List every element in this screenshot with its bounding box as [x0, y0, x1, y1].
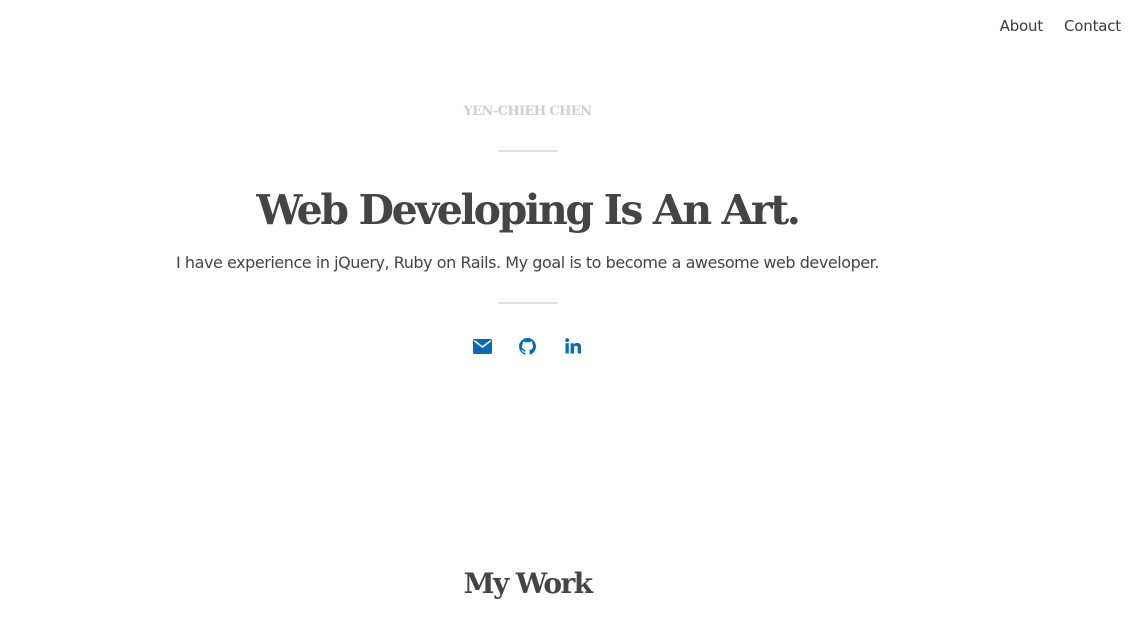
hero-headline: Web Developing Is An Art.: [256, 186, 801, 234]
top-nav: About Contact: [1000, 16, 1122, 36]
nav-link-about[interactable]: About: [1000, 16, 1044, 36]
nav-link-contact[interactable]: Contact: [1064, 16, 1121, 36]
github-link[interactable]: [517, 336, 538, 356]
site-name: YEN-CHIEH CHEN: [463, 104, 593, 119]
github-icon: [519, 337, 536, 355]
social-links: [472, 336, 583, 356]
linkedin-icon: [564, 338, 581, 354]
email-link[interactable]: [472, 336, 493, 356]
page: About Contact YEN-CHIEH CHEN Web Develop…: [0, 0, 1135, 634]
envelope-icon: [473, 338, 492, 354]
hero-tagline: I have experience in jQuery, Ruby on Rai…: [176, 253, 879, 272]
divider-top: [498, 150, 558, 152]
linkedin-link[interactable]: [562, 336, 583, 356]
my-work-heading: My Work: [463, 567, 593, 600]
divider-bottom: [498, 302, 558, 304]
